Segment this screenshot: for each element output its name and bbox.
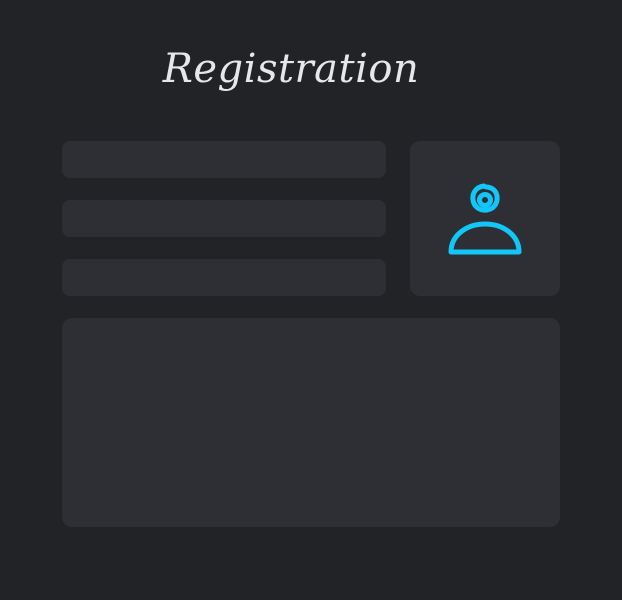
registration-input-1[interactable] [62,141,386,178]
avatar-upload-button[interactable] [410,141,560,296]
registration-input-3[interactable] [62,259,386,296]
registration-page: Registration [0,0,622,600]
page-title: Registration [162,46,420,92]
message-textarea[interactable] [62,318,560,527]
registration-input-2[interactable] [62,200,386,237]
user-avatar-icon [448,183,522,254]
